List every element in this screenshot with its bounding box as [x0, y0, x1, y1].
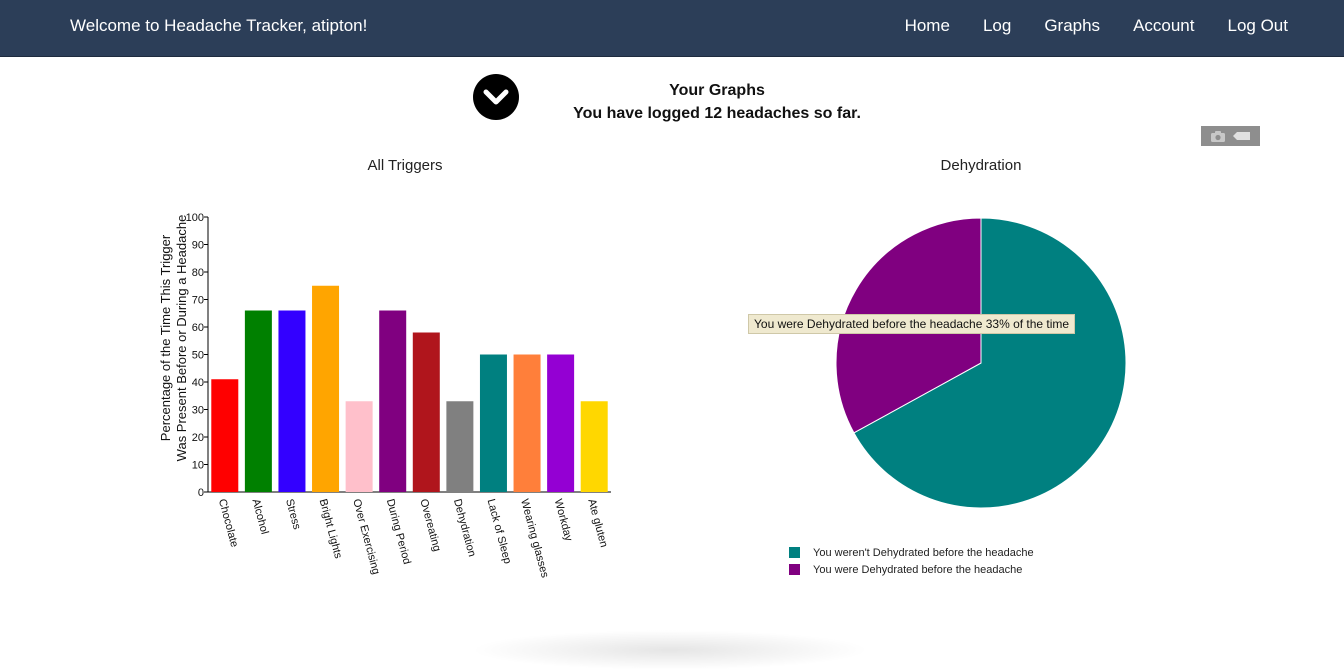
nav-links: Home Log Graphs Account Log Out	[872, 16, 1288, 36]
pie-tooltip: You were Dehydrated before the headache …	[748, 314, 1076, 334]
bar[interactable]	[379, 310, 407, 493]
legend-item[interactable]: You were Dehydrated before the headache	[789, 561, 1034, 578]
nav-log[interactable]: Log	[983, 16, 1011, 36]
pie-legend: You weren't Dehydrated before the headac…	[789, 544, 1034, 578]
y-tick-label: 30	[192, 405, 204, 417]
x-tick-label: Lack of Sleep	[485, 498, 514, 565]
nav-graphs[interactable]: Graphs	[1044, 16, 1100, 36]
page-title: Your Graphs	[669, 82, 765, 99]
bottom-shadow	[470, 630, 870, 670]
bar[interactable]	[244, 310, 272, 493]
y-tick-label: 90	[192, 240, 204, 252]
y-tick-label: 10	[192, 460, 204, 472]
welcome-brand[interactable]: Welcome to Headache Tracker, atipton!	[70, 16, 367, 36]
y-tick-label: 0	[198, 487, 204, 499]
nav-home[interactable]: Home	[905, 16, 950, 36]
legend-label: You were Dehydrated before the headache	[813, 563, 1023, 576]
bar-chart: 0102030405060708090100Percentage of the …	[158, 212, 611, 580]
x-tick-label: Overeating	[417, 498, 443, 553]
y-tick-label: 80	[192, 267, 204, 279]
legend-label: You weren't Dehydrated before the headac…	[813, 546, 1034, 559]
bar[interactable]	[513, 354, 541, 493]
y-tick-label: 50	[192, 350, 204, 362]
chevron-down-icon	[483, 89, 509, 105]
legend-swatch	[789, 564, 800, 575]
bar[interactable]	[345, 401, 373, 492]
x-tick-label: Wearing glasses	[518, 498, 551, 580]
x-tick-label: Chocolate	[216, 498, 240, 549]
bar[interactable]	[547, 354, 575, 493]
x-tick-label: Ate gluten	[585, 498, 609, 549]
bar-chart-title: All Triggers	[367, 157, 443, 174]
x-tick-label: Alcohol	[249, 498, 270, 536]
camera-icon[interactable]	[1210, 130, 1226, 142]
headache-count: You have logged 12 headaches so far.	[573, 105, 861, 122]
bar[interactable]	[412, 332, 440, 493]
pie-chart-title: Dehydration	[940, 157, 1022, 174]
bar[interactable]	[312, 285, 340, 492]
x-tick-label: Workday	[552, 498, 575, 543]
navbar: Welcome to Headache Tracker, atipton! Ho…	[0, 0, 1344, 57]
x-tick-label: During Period	[384, 498, 413, 566]
bar[interactable]	[278, 310, 306, 493]
tag-icon[interactable]	[1232, 131, 1251, 141]
bar[interactable]	[446, 401, 474, 492]
x-tick-label: Stress	[283, 498, 303, 532]
bar[interactable]	[211, 379, 239, 492]
x-tick-label: Bright Lights	[317, 498, 345, 561]
nav-logout[interactable]: Log Out	[1228, 16, 1289, 36]
collapse-toggle-button[interactable]	[473, 74, 519, 120]
graphs-heading: Your Graphs You have logged 12 headaches…	[517, 79, 917, 125]
bar[interactable]	[479, 354, 507, 493]
y-tick-label: 40	[192, 377, 204, 389]
pie-chart	[835, 217, 1127, 509]
x-tick-label: Dehydration	[451, 498, 478, 558]
legend-swatch	[789, 547, 800, 558]
y-axis-label: Percentage of the Time This TriggerWas P…	[158, 215, 189, 462]
legend-item[interactable]: You weren't Dehydrated before the headac…	[789, 544, 1034, 561]
chart-modebar	[1201, 126, 1260, 146]
y-tick-label: 70	[192, 295, 204, 307]
y-tick-label: 20	[192, 432, 204, 444]
bar[interactable]	[580, 401, 608, 492]
x-tick-label: Over Exercising	[350, 498, 382, 576]
y-tick-label: 60	[192, 322, 204, 334]
nav-account[interactable]: Account	[1133, 16, 1194, 36]
